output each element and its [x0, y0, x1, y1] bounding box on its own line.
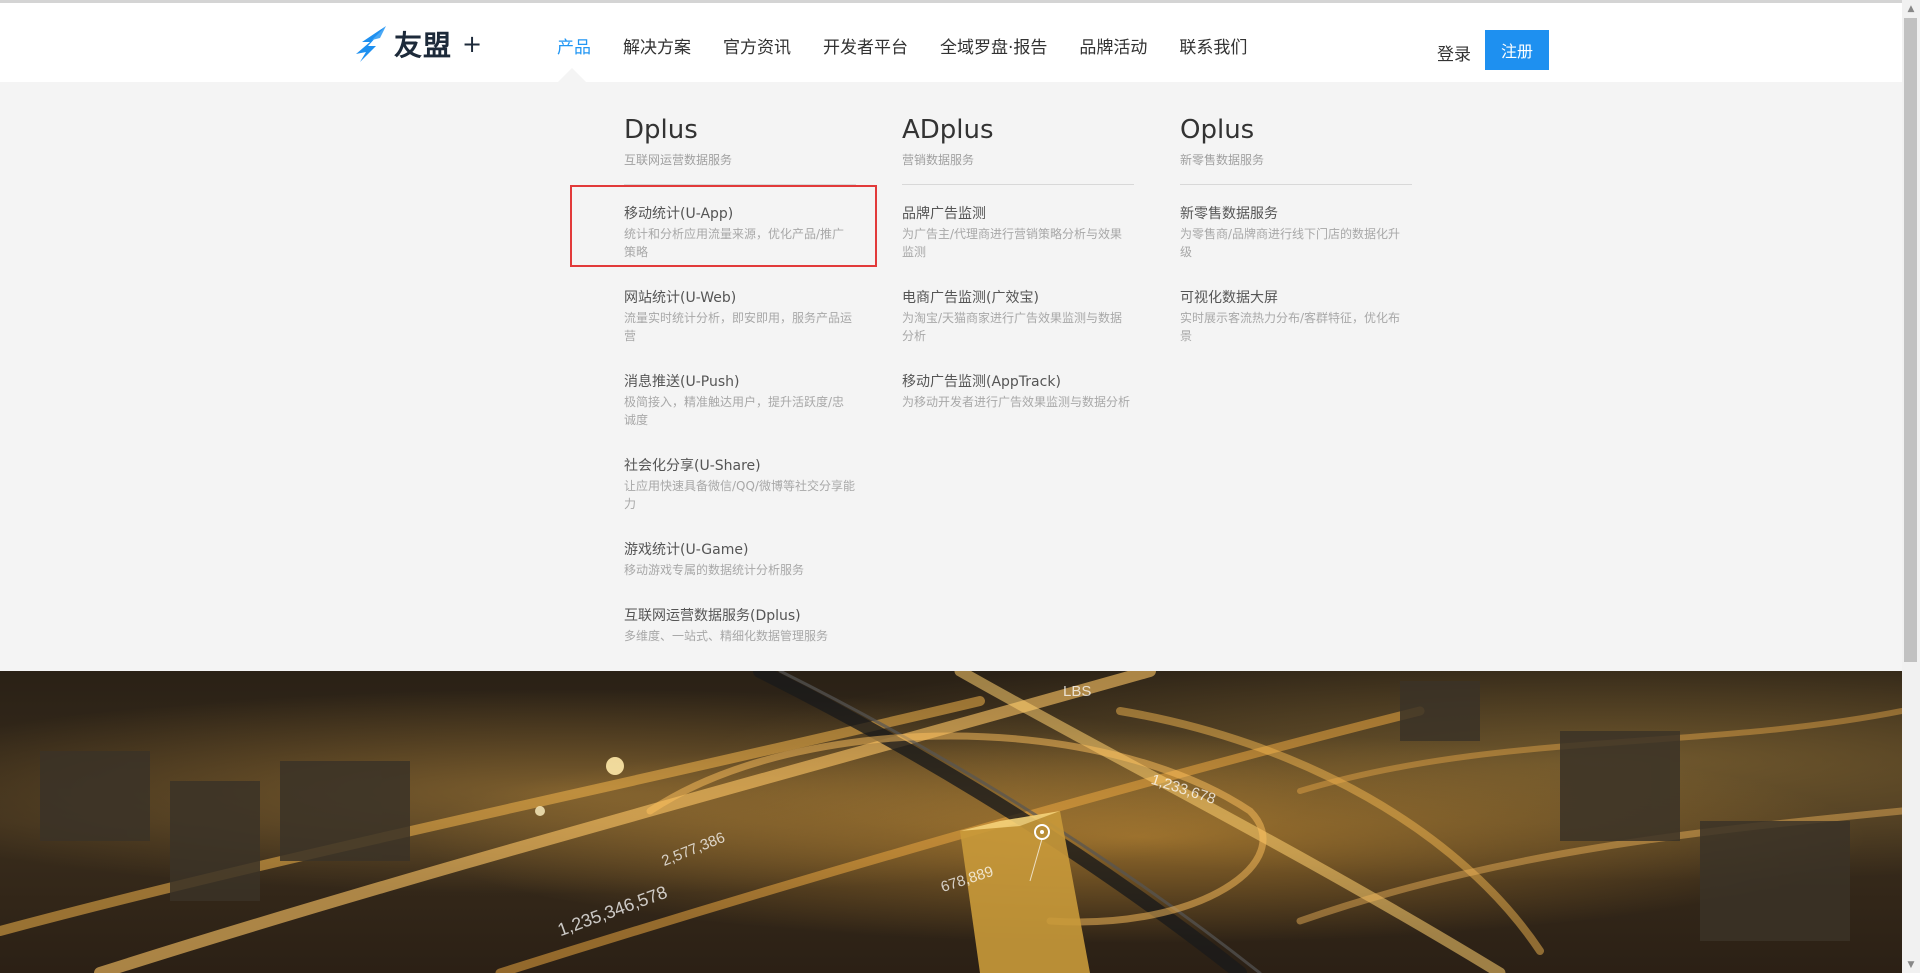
menu-item-u-game[interactable]: 游戏统计(U-Game) 移动游戏专属的数据统计分析服务	[624, 540, 856, 579]
nav-item-developer[interactable]: 开发者平台	[823, 33, 908, 58]
nav-item-solutions[interactable]: 解决方案	[623, 33, 691, 58]
header: 友盟 + 产品 解决方案 官方资讯 开发者平台 全域罗盘·报告 品牌活动 联系我…	[0, 3, 1902, 82]
menu-item-title: 新零售数据服务	[1180, 206, 1278, 222]
scroll-up-arrow-icon[interactable]: ▲	[1902, 0, 1920, 17]
menu-item-data-screen[interactable]: 可视化数据大屏 实时展示客流热力分布/客群特征，优化布景	[1180, 288, 1412, 345]
column-subtitle: 营销数据服务	[902, 153, 975, 167]
menu-item-title: 社会化分享(U-Share)	[624, 458, 761, 474]
menu-item-desc: 统计和分析应用流量来源，优化产品/推广策略	[624, 227, 845, 259]
menu-item-brand-ad-monitor[interactable]: 品牌广告监测 为广告主/代理商进行营销策略分析与效果监测	[902, 204, 1134, 261]
menu-item-desc: 为移动开发者进行广告效果监测与数据分析	[902, 395, 1131, 409]
main-nav: 产品 解决方案 官方资讯 开发者平台 全域罗盘·报告 品牌活动 联系我们	[557, 33, 1279, 58]
menu-item-title: 品牌广告监测	[902, 206, 986, 222]
nav-item-brand-events[interactable]: 品牌活动	[1079, 33, 1147, 58]
column-oplus: Oplus 新零售数据服务	[1180, 113, 1412, 185]
menu-item-apptrack[interactable]: 移动广告监测(AppTrack) 为移动开发者进行广告效果监测与数据分析	[902, 372, 1142, 411]
menu-item-desc: 极简接入，精准触达用户，提升活跃度/忠诚度	[624, 395, 845, 427]
scrollbar-thumb[interactable]	[1904, 18, 1917, 662]
menu-item-desc: 移动游戏专属的数据统计分析服务	[624, 563, 805, 577]
menu-item-title: 互联网运营数据服务(Dplus)	[624, 608, 801, 624]
column-divider	[902, 184, 1134, 185]
menu-item-title: 游戏统计(U-Game)	[624, 542, 749, 558]
column-title[interactable]: Oplus	[1180, 113, 1412, 147]
hero-label-lbs: LBS	[1063, 683, 1092, 700]
menu-item-ecommerce-ad-monitor[interactable]: 电商广告监测(广效宝) 为淘宝/天猫商家进行广告效果监测与数据分析	[902, 288, 1134, 345]
menu-item-desc: 让应用快速具备微信/QQ/微博等社交分享能力	[624, 479, 855, 511]
menu-item-u-push[interactable]: 消息推送(U-Push) 极简接入，精准触达用户，提升活跃度/忠诚度	[624, 372, 856, 429]
nav-item-contact[interactable]: 联系我们	[1179, 33, 1247, 58]
menu-item-u-app[interactable]: 移动统计(U-App) 统计和分析应用流量来源，优化产品/推广策略	[624, 204, 856, 261]
column-title[interactable]: ADplus	[902, 113, 1134, 147]
menu-item-new-retail[interactable]: 新零售数据服务 为零售商/品牌商进行线下门店的数据化升级	[1180, 204, 1412, 261]
menu-item-desc: 为广告主/代理商进行营销策略分析与效果监测	[902, 227, 1123, 259]
products-dropdown: Dplus 互联网运营数据服务 移动统计(U-App) 统计和分析应用流量来源，…	[0, 82, 1902, 671]
menu-item-desc: 为淘宝/天猫商家进行广告效果监测与数据分析	[902, 311, 1123, 343]
login-link[interactable]: 登录	[1437, 40, 1471, 65]
menu-item-title: 网站统计(U-Web)	[624, 290, 737, 306]
column-dplus: Dplus 互联网运营数据服务	[624, 113, 856, 185]
column-adplus: ADplus 营销数据服务	[902, 113, 1134, 185]
scroll-down-arrow-icon[interactable]: ▼	[1902, 956, 1920, 973]
page: 友盟 + 产品 解决方案 官方资讯 开发者平台 全域罗盘·报告 品牌活动 联系我…	[0, 0, 1920, 973]
nav-active-arrow	[558, 68, 586, 82]
menu-item-title: 电商广告监测(广效宝)	[902, 290, 1039, 306]
menu-item-title: 可视化数据大屏	[1180, 290, 1278, 306]
logo-plus: +	[462, 30, 483, 58]
hero-banner: LBS 1,233,678 2,577,386 1,235,346,578 67…	[0, 671, 1902, 973]
menu-item-u-share[interactable]: 社会化分享(U-Share) 让应用快速具备微信/QQ/微博等社交分享能力	[624, 456, 856, 513]
nav-item-products[interactable]: 产品	[557, 33, 591, 58]
menu-item-title: 移动统计(U-App)	[624, 206, 734, 222]
column-subtitle: 新零售数据服务	[1180, 153, 1265, 167]
nav-item-compass-report[interactable]: 全域罗盘·报告	[940, 33, 1047, 58]
register-button[interactable]: 注册	[1485, 30, 1549, 70]
hero-city-illustration	[0, 671, 1902, 973]
menu-item-u-web[interactable]: 网站统计(U-Web) 流量实时统计分析，即安即用，服务产品运营	[624, 288, 856, 345]
column-subtitle: 互联网运营数据服务	[624, 153, 733, 167]
menu-item-desc: 流量实时统计分析，即安即用，服务产品运营	[624, 311, 853, 343]
logo-text: 友盟	[394, 29, 453, 62]
menu-item-title: 消息推送(U-Push)	[624, 374, 740, 390]
column-title[interactable]: Dplus	[624, 113, 856, 147]
logo-bird-icon	[356, 26, 386, 62]
logo[interactable]: 友盟 +	[352, 22, 482, 66]
menu-item-desc: 多维度、一站式、精细化数据管理服务	[624, 629, 829, 643]
menu-item-title: 移动广告监测(AppTrack)	[902, 374, 1061, 390]
menu-item-desc: 实时展示客流热力分布/客群特征，优化布景	[1180, 311, 1401, 343]
column-divider	[624, 184, 856, 185]
menu-item-desc: 为零售商/品牌商进行线下门店的数据化升级	[1180, 227, 1401, 259]
menu-item-dplus[interactable]: 互联网运营数据服务(Dplus) 多维度、一站式、精细化数据管理服务	[624, 606, 856, 645]
nav-item-news[interactable]: 官方资讯	[723, 33, 791, 58]
column-divider	[1180, 184, 1412, 185]
